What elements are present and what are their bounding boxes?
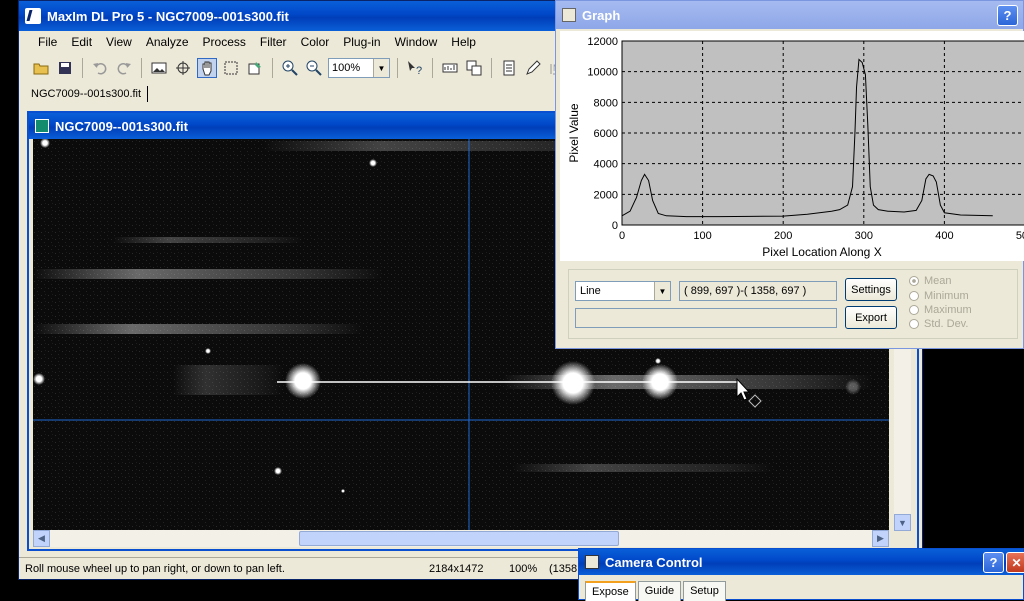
profile-chart: 0 100 200 300 400 500 0 2000 4000 6000 8000 10000 12… (567, 36, 1024, 259)
y-tick-label: 12000 (587, 36, 618, 48)
radio-minimum[interactable]: Minimum (909, 290, 969, 302)
pan-hand-icon[interactable] (197, 58, 217, 78)
camera-window-title: Camera Control (605, 554, 703, 570)
scroll-right-icon[interactable]: ▶ (872, 530, 889, 547)
camera-control-window: Camera Control ? ✕ Expose Guide Setup (578, 548, 1024, 601)
x-tick-label: 200 (774, 230, 792, 242)
undo-icon[interactable] (90, 58, 110, 78)
zoom-out-icon[interactable] (304, 58, 324, 78)
y-tick-label: 4000 (594, 159, 618, 171)
graph-window-title: Graph (582, 7, 621, 23)
document-icon[interactable] (499, 58, 519, 78)
crosshair-icon[interactable] (173, 58, 193, 78)
radio-std-dev[interactable]: Std. Dev. (909, 318, 968, 330)
edit-tool-icon[interactable] (523, 58, 543, 78)
graph-controls: Line ▼ ( 899, 697 )-( 1358, 697 ) Settin… (568, 269, 1018, 339)
export-button[interactable]: Export (845, 306, 897, 329)
x-tick-label: 500 (1016, 230, 1024, 242)
menu-edit[interactable]: Edit (64, 35, 99, 49)
horizontal-scrollbar[interactable]: ◀ ▶ (33, 530, 889, 547)
open-folder-icon[interactable] (31, 58, 51, 78)
graph-window-icon (562, 8, 576, 22)
camera-tabs: Expose Guide Setup (585, 581, 726, 601)
radio-maximum-dot (909, 305, 919, 315)
menu-analyze[interactable]: Analyze (139, 35, 196, 49)
status-zoom: 100% (509, 562, 538, 575)
mode-value: Line (580, 285, 601, 297)
x-tick-label: 300 (855, 230, 873, 242)
tab-expose[interactable]: Expose (585, 581, 636, 601)
chevron-down-icon[interactable]: ▼ (373, 59, 389, 77)
radio-mean[interactable]: Mean (909, 275, 952, 287)
blank-field (575, 308, 837, 328)
y-axis-label: Pixel Value (567, 103, 581, 162)
x-tick-label: 400 (935, 230, 953, 242)
graph-help-button[interactable]: ? (997, 5, 1018, 26)
radio-minimum-dot (909, 291, 919, 301)
select-icon[interactable] (221, 58, 241, 78)
properties-icon[interactable] (245, 58, 265, 78)
layers-icon[interactable] (464, 58, 484, 78)
save-icon[interactable] (55, 58, 75, 78)
context-help-icon[interactable]: ? (405, 58, 425, 78)
redo-icon[interactable] (114, 58, 134, 78)
status-dimensions: 2184x1472 (429, 562, 484, 575)
graph-window: Graph ? 0 100 200 300 400 500 0 2000 4000 6000 800… (555, 0, 1024, 349)
svg-text:?: ? (416, 65, 422, 76)
horizontal-scroll-thumb[interactable] (299, 531, 619, 546)
zoom-in-icon[interactable] (280, 58, 300, 78)
document-tab[interactable]: NGC7009--001s300.fit (25, 86, 149, 102)
y-tick-label: 2000 (594, 189, 618, 201)
y-tick-label: 0 (612, 220, 618, 232)
main-window-title: MaxIm DL Pro 5 - NGC7009--001s300.fit (47, 8, 289, 24)
scroll-down-icon[interactable]: ▼ (894, 514, 911, 531)
menu-filter[interactable]: Filter (253, 35, 294, 49)
camera-title-bar[interactable]: Camera Control (579, 549, 1023, 575)
radio-std-dev-label: Std. Dev. (924, 318, 969, 330)
y-tick-label: 8000 (594, 97, 618, 109)
y-tick-label: 10000 (587, 67, 618, 79)
profile-plot: 0 100 200 300 400 500 0 2000 4000 6000 8000 10000 12… (560, 31, 1024, 261)
menu-help[interactable]: Help (444, 35, 483, 49)
fits-image-icon (35, 119, 49, 133)
tab-guide[interactable]: Guide (637, 581, 682, 601)
maxim-logo-icon (25, 8, 41, 24)
scroll-left-icon[interactable]: ◀ (33, 530, 50, 547)
radio-mean-label: Mean (924, 275, 952, 287)
radio-maximum[interactable]: Maximum (909, 304, 972, 316)
menu-window[interactable]: Window (388, 35, 445, 49)
range-field: ( 899, 697 )-( 1358, 697 ) (679, 281, 837, 301)
tab-setup[interactable]: Setup (683, 581, 726, 601)
x-tick-label: 100 (693, 230, 711, 242)
x-tick-label: 0 (619, 230, 625, 242)
radio-maximum-label: Maximum (924, 304, 972, 316)
y-tick-label: 6000 (594, 128, 618, 140)
stretch-icon[interactable] (440, 58, 460, 78)
menu-process[interactable]: Process (196, 35, 253, 49)
menu-file[interactable]: File (31, 35, 64, 49)
status-hint: Roll mouse wheel up to pan right, or dow… (25, 562, 285, 575)
camera-icon (585, 555, 599, 569)
radio-mean-dot (909, 276, 919, 286)
radio-std-dev-dot (909, 319, 919, 329)
menu-color[interactable]: Color (294, 35, 337, 49)
settings-button[interactable]: Settings (845, 278, 897, 301)
menu-view[interactable]: View (99, 35, 139, 49)
camera-help-button[interactable]: ? (983, 552, 1004, 573)
image-window-title: NGC7009--001s300.fit (55, 118, 188, 134)
x-axis-label: Pixel Location Along X (762, 245, 881, 259)
zoom-dropdown[interactable]: 100% ▼ (328, 58, 390, 78)
chevron-down-icon[interactable]: ▼ (654, 282, 670, 300)
graph-title-bar[interactable]: Graph (556, 1, 1023, 29)
zoom-value: 100% (332, 62, 361, 74)
camera-close-button[interactable]: ✕ (1006, 552, 1024, 573)
radio-minimum-label: Minimum (924, 290, 969, 302)
menu-plugin[interactable]: Plug-in (336, 35, 387, 49)
mode-dropdown[interactable]: Line ▼ (575, 281, 671, 301)
image-icon[interactable] (149, 58, 169, 78)
